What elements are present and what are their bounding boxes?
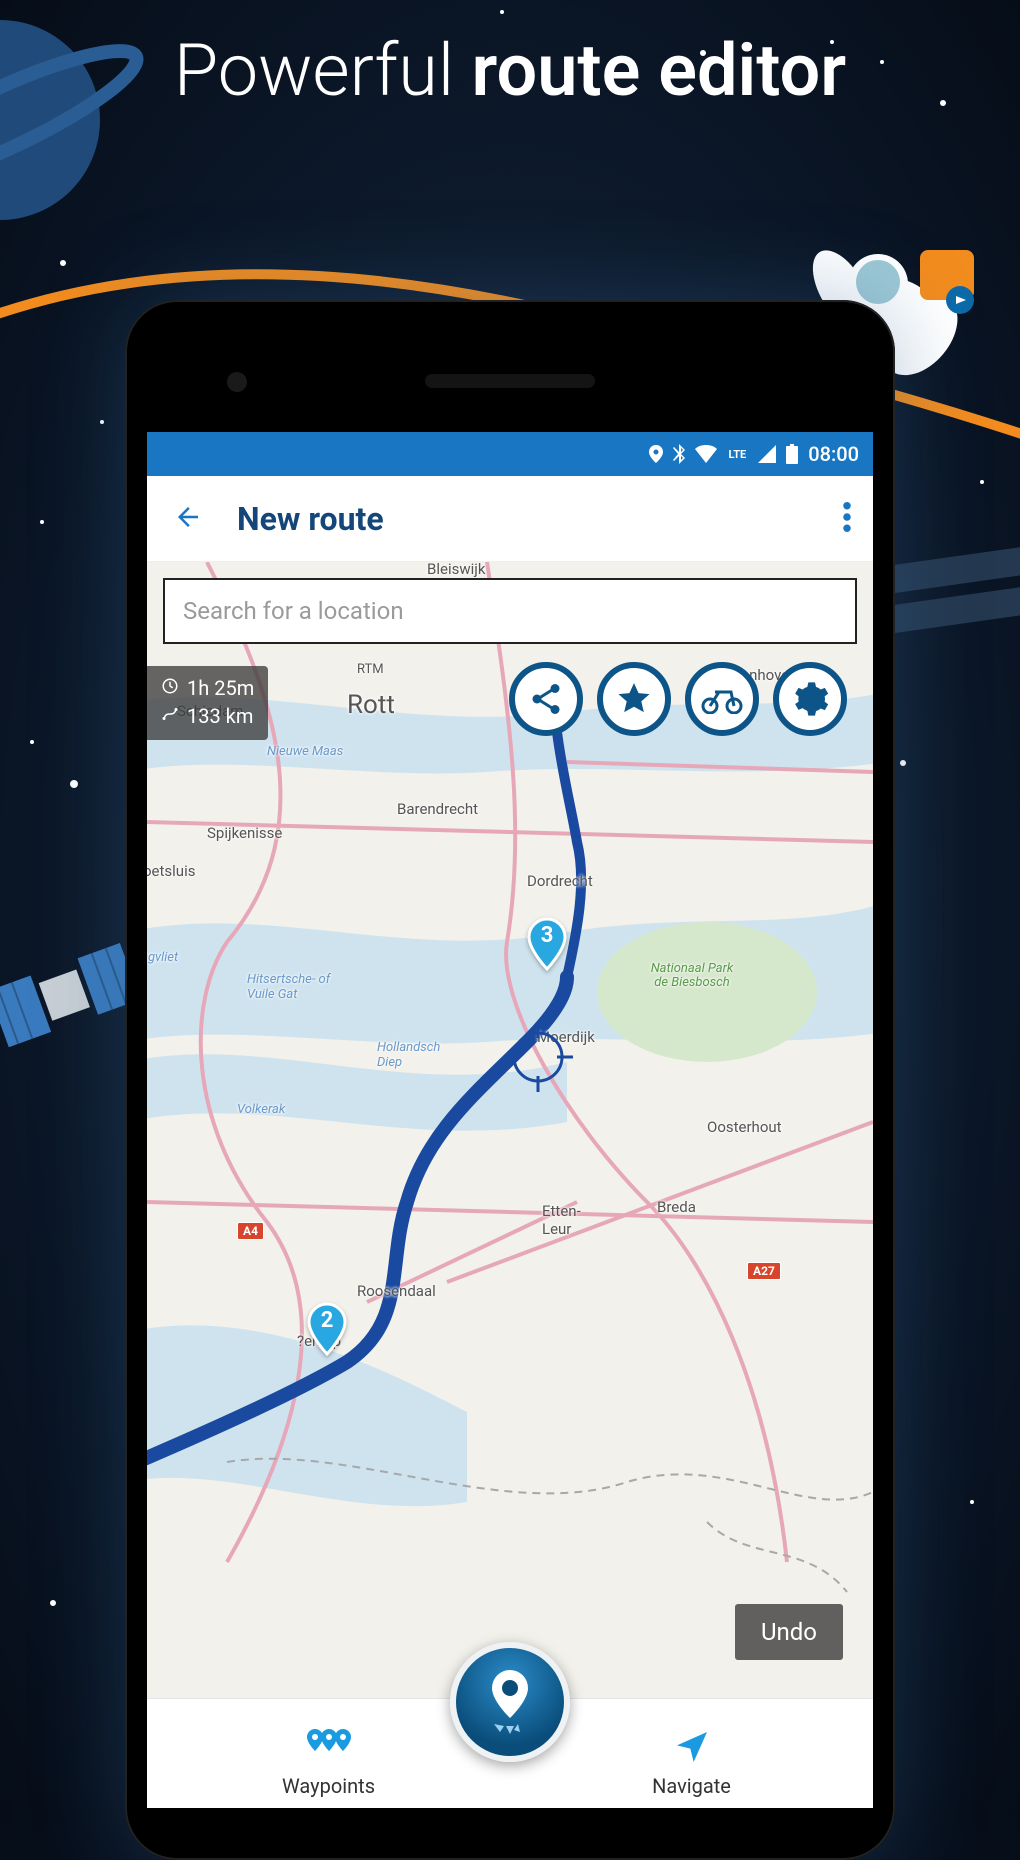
map-place-label: Spijkenisse: [207, 824, 282, 842]
back-button[interactable]: [165, 494, 211, 544]
star-decoration: [70, 780, 78, 788]
search-placeholder: Search for a location: [183, 597, 404, 625]
promo-headline: Powerful route editor: [0, 30, 1020, 113]
headline-text-bold: route editor: [472, 28, 847, 113]
map-action-row: [509, 662, 847, 736]
vehicle-button[interactable]: [685, 662, 759, 736]
map-place-label: Hitsertsche- of Vuile Gat: [247, 972, 357, 1002]
settings-button[interactable]: [773, 662, 847, 736]
undo-button[interactable]: Undo: [735, 1604, 843, 1660]
map-place-label: Bleiswijk: [427, 562, 485, 578]
star-decoration: [30, 740, 34, 744]
waypoints-icon: [305, 1727, 353, 1772]
star-decoration: [970, 1500, 974, 1504]
wifi-icon: [695, 445, 717, 463]
route-duration: 1h 25m: [187, 674, 254, 702]
waypoints-label: Waypoints: [282, 1774, 375, 1798]
phone-speaker: [425, 374, 595, 388]
map-place-label: Nationaal Park de Biesbosch: [647, 962, 737, 991]
status-bar: LTE 08:00: [147, 432, 873, 476]
map-place-label: Nieuwe Maas: [267, 744, 343, 759]
search-input[interactable]: Search for a location: [163, 578, 857, 644]
favorite-button[interactable]: [597, 662, 671, 736]
overflow-menu-button[interactable]: [839, 494, 855, 544]
battery-icon: [786, 444, 798, 464]
route-distance: 133 km: [187, 702, 253, 730]
map-place-label: Hollandsch Diep: [377, 1040, 467, 1070]
map-place-label: RTM: [357, 662, 384, 677]
undo-label: Undo: [761, 1618, 817, 1646]
network-lte-label: LTE: [727, 448, 749, 461]
waypoint-marker[interactable]: 3: [525, 917, 569, 971]
map-place-label: Dordrecht: [527, 872, 593, 890]
headline-text-1: Powerful: [174, 28, 472, 113]
waypoint-marker[interactable]: 2: [305, 1302, 349, 1356]
map-place-label: Rott: [347, 690, 395, 720]
status-time: 08:00: [808, 442, 859, 466]
app-bar: New route: [147, 476, 873, 562]
map-place-label: Volkerak: [237, 1102, 285, 1117]
signal-icon: [758, 445, 776, 463]
star-decoration: [500, 10, 504, 14]
highway-shield: A4: [237, 1222, 264, 1240]
map-place-label: Etten-Leur: [542, 1202, 602, 1238]
star-decoration: [900, 760, 906, 766]
map-place-label: Barendrecht: [397, 800, 478, 818]
map-place-label: Oosterhout: [707, 1118, 782, 1136]
app-screen: LTE 08:00 New route: [147, 432, 873, 1808]
page-title: New route: [237, 500, 839, 538]
phone-camera: [227, 372, 247, 392]
navigate-icon: [672, 1727, 712, 1772]
route-summary-chip: 1h 25m 133 km: [147, 666, 268, 740]
phone-frame: LTE 08:00 New route: [125, 300, 895, 1860]
bluetooth-icon: [673, 444, 685, 464]
map-place-label: oetsluis: [147, 862, 195, 880]
highway-shield: A27: [747, 1262, 781, 1280]
location-icon: [649, 445, 663, 463]
navigate-label: Navigate: [652, 1774, 731, 1798]
distance-icon: [161, 702, 179, 730]
clock-icon: [161, 674, 179, 702]
map-place-label: ngvliet: [147, 950, 178, 965]
share-button[interactable]: [509, 662, 583, 736]
map-crosshair: [503, 1022, 573, 1096]
add-waypoint-fab[interactable]: [450, 1642, 570, 1762]
star-decoration: [50, 1600, 56, 1606]
map-place-label: Roosendaal: [357, 1282, 436, 1300]
map-place-label: Breda: [657, 1198, 696, 1216]
map-canvas[interactable]: BleiswijkSchiedamRottSchoonhovenRTMNieuw…: [147, 562, 873, 1698]
